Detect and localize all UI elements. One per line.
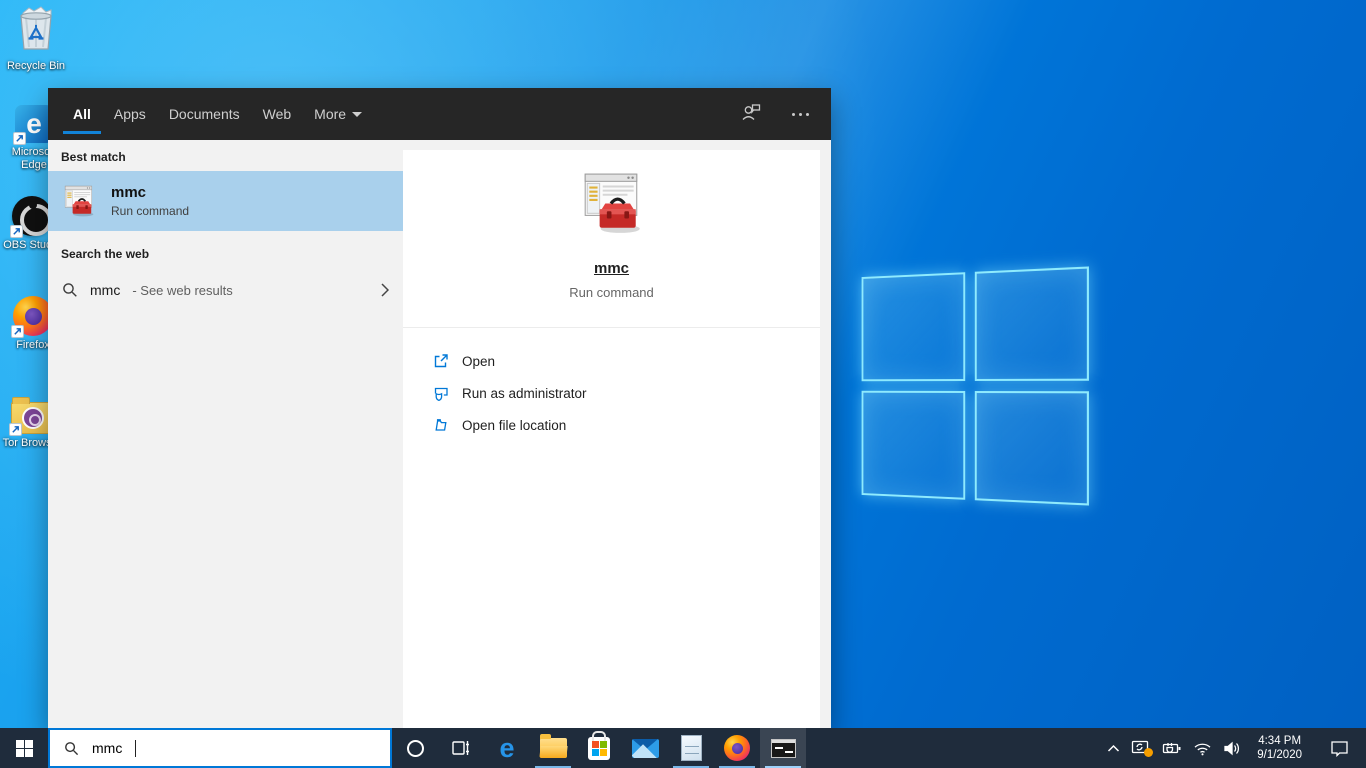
obs-studio-icon [10,196,52,238]
action-center-icon [1330,740,1348,757]
edge-icon: e [499,732,515,763]
windows-logo-pane [974,266,1089,381]
taskbar: mmc e 4:34 PM 9/1/2020 [0,728,1366,768]
chevron-down-icon [352,111,363,117]
cortana-button[interactable] [392,728,438,768]
clock-time: 4:34 PM [1258,735,1302,747]
windows-logo [861,266,1089,506]
system-tray: 4:34 PM 9/1/2020 [1107,728,1366,768]
action-run-as-administrator[interactable]: Run as administrator [433,377,820,409]
taskbar-clock[interactable]: 4:34 PM 9/1/2020 [1252,734,1307,762]
taskbar-firefox-button[interactable] [714,728,760,768]
windows-start-icon [15,739,33,757]
search-flyout-panel: All Apps Documents Web More Best match m… [48,88,831,728]
mmc-app-icon-large [584,173,640,233]
action-center-button[interactable] [1318,740,1360,757]
microsoft-store-icon [588,730,610,760]
mmc-app-icon [64,185,94,217]
search-web-section-label: Search the web [61,247,150,261]
desktop-icon-label: Firefox [16,339,50,351]
file-explorer-icon [539,734,567,758]
clock-date: 9/1/2020 [1257,749,1302,761]
taskbar-store-button[interactable] [576,728,622,768]
desktop-icon-recycle-bin[interactable]: Recycle Bin [4,4,68,73]
web-query-text: mmc [90,282,121,298]
search-filter-bar: All Apps Documents Web More [48,88,831,140]
taskbar-search-input[interactable]: mmc [48,728,392,768]
best-match-title: mmc [111,184,147,201]
shortcut-arrow-icon [13,132,26,145]
search-results-list: Best match mmc Run command Search the we… [48,140,403,728]
tray-volume-icon[interactable] [1223,741,1241,756]
firefox-icon [724,735,750,761]
open-icon [434,354,448,368]
cortana-icon [406,739,424,757]
action-open-file-location[interactable]: Open file location [433,409,820,441]
preview-actions: Open Run as administrator Open file loca… [403,328,820,441]
tab-web[interactable]: Web [253,88,302,140]
search-icon [63,283,77,297]
tab-all[interactable]: All [63,88,101,140]
search-filter-tabs: All Apps Documents Web More [63,88,372,140]
windows-logo-pane [861,272,966,382]
task-view-button[interactable] [438,728,484,768]
web-search-suggestion-mmc[interactable]: mmc - See web results [48,268,403,312]
search-preview-pane: mmc Run command Open Run as administrato… [403,140,831,728]
search-input-value: mmc [92,740,123,756]
mail-icon [631,738,659,758]
run-as-admin-icon [434,387,448,401]
notepad-icon [680,735,702,761]
best-match-subtitle: Run command [111,204,190,218]
preview-title: mmc [593,260,630,277]
taskbar-cmd-button[interactable] [760,728,806,768]
windows-logo-pane [974,391,1089,506]
shortcut-arrow-icon [10,225,23,238]
taskbar-edge-button[interactable]: e [484,728,530,768]
search-icon [65,741,79,755]
more-options-icon[interactable] [788,107,813,122]
tab-apps[interactable]: Apps [104,88,156,140]
open-file-location-icon [435,419,447,431]
taskbar-mail-button[interactable] [622,728,668,768]
best-match-result-mmc[interactable]: mmc Run command [48,171,403,231]
firefox-icon [11,296,53,338]
taskbar-file-explorer-button[interactable] [530,728,576,768]
feedback-account-icon[interactable] [740,101,762,128]
web-suffix-text: - See web results [132,282,233,298]
tray-display-sync-icon[interactable] [1131,740,1154,757]
start-button[interactable] [0,728,48,768]
desktop-icon-label: Recycle Bin [6,60,66,72]
tray-power-icon[interactable] [1162,742,1182,755]
tor-browser-icon [9,394,53,436]
chevron-right-icon [381,283,389,297]
tray-chevron-up-icon[interactable] [1107,744,1120,753]
preview-subtitle: Run command [569,285,654,300]
task-view-icon [452,741,469,755]
windows-logo-pane [861,390,966,500]
notification-badge [1144,748,1154,757]
taskbar-notepad-button[interactable] [668,728,714,768]
tab-more[interactable]: More [304,88,372,140]
text-caret [135,739,137,757]
tray-wifi-icon[interactable] [1193,741,1212,756]
tab-documents[interactable]: Documents [159,88,250,140]
recycle-bin-icon [14,4,58,57]
command-prompt-icon [770,738,796,758]
shortcut-arrow-icon [9,423,22,436]
shortcut-arrow-icon [11,325,24,338]
best-match-section-label: Best match [61,150,126,164]
action-open[interactable]: Open [433,345,820,377]
